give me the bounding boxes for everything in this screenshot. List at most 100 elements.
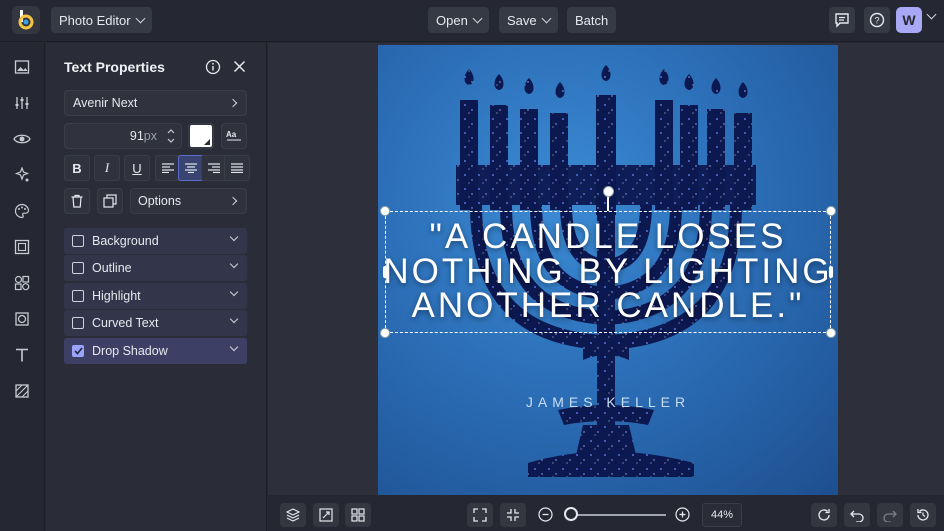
zoom-out-icon[interactable] bbox=[538, 507, 553, 522]
zoom-level[interactable]: 44% bbox=[702, 503, 742, 527]
resize-handle-top-right[interactable] bbox=[826, 206, 836, 216]
curved-text-checkbox[interactable] bbox=[72, 317, 84, 329]
highlight-label: Highlight bbox=[92, 289, 141, 303]
actual-size-icon[interactable] bbox=[500, 503, 526, 527]
close-icon[interactable] bbox=[233, 60, 246, 73]
section-highlight[interactable]: Highlight bbox=[64, 283, 247, 309]
text-case-icon[interactable]: Aa bbox=[221, 123, 247, 149]
font-family-select[interactable]: Avenir Next bbox=[64, 90, 247, 116]
undo-icon[interactable] bbox=[844, 503, 870, 527]
italic-button[interactable]: I bbox=[94, 155, 120, 181]
delete-button[interactable] bbox=[64, 188, 90, 214]
fit-screen-icon[interactable] bbox=[467, 503, 493, 527]
duplicate-button[interactable] bbox=[97, 188, 123, 214]
outline-checkbox[interactable] bbox=[72, 262, 84, 274]
chevron-down-icon bbox=[229, 342, 239, 352]
overlay-icon[interactable] bbox=[12, 309, 32, 329]
chevron-down-icon bbox=[229, 259, 239, 269]
photo-editor-menu[interactable]: Photo Editor bbox=[51, 7, 152, 33]
info-icon[interactable] bbox=[205, 59, 221, 75]
effects-icon[interactable] bbox=[12, 165, 32, 185]
curved-text-label: Curved Text bbox=[92, 316, 159, 330]
resize-handle-left[interactable] bbox=[383, 266, 387, 278]
chevron-down-icon bbox=[541, 13, 552, 23]
layers-icon[interactable] bbox=[280, 503, 306, 527]
outline-label: Outline bbox=[92, 261, 132, 275]
drop-shadow-checkbox[interactable] bbox=[72, 345, 84, 357]
eye-icon[interactable] bbox=[12, 129, 32, 149]
options-button[interactable]: Options bbox=[130, 188, 247, 214]
frame-icon[interactable] bbox=[12, 237, 32, 257]
section-outline[interactable]: Outline bbox=[64, 255, 247, 281]
justify-icon bbox=[231, 163, 243, 173]
photo-editor-label: Photo Editor bbox=[59, 12, 131, 28]
zoom-slider-knob[interactable] bbox=[564, 507, 578, 521]
open-label: Open bbox=[436, 12, 468, 28]
bold-button[interactable]: B bbox=[64, 155, 90, 181]
resize-handle-bottom-right[interactable] bbox=[826, 328, 836, 338]
font-size-stepper[interactable] bbox=[167, 128, 175, 144]
befunky-logo[interactable] bbox=[12, 6, 40, 34]
align-left-icon bbox=[162, 163, 174, 173]
chevron-down-icon bbox=[472, 13, 483, 23]
resize-handle-bottom-left[interactable] bbox=[380, 328, 390, 338]
section-curved-text[interactable]: Curved Text bbox=[64, 310, 247, 336]
bottom-bar: 44% bbox=[268, 495, 944, 531]
zoom-slider-track[interactable] bbox=[568, 514, 666, 516]
background-label: Background bbox=[92, 234, 159, 248]
section-background[interactable]: Background bbox=[64, 228, 247, 254]
adjust-icon[interactable] bbox=[12, 93, 32, 113]
trash-icon bbox=[71, 194, 83, 208]
swap-image-icon[interactable] bbox=[313, 503, 339, 527]
bold-icon: B bbox=[72, 160, 82, 176]
font-family-value: Avenir Next bbox=[73, 96, 138, 110]
artsy-icon[interactable] bbox=[12, 201, 32, 221]
reset-icon[interactable] bbox=[811, 503, 837, 527]
section-drop-shadow[interactable]: Drop Shadow bbox=[64, 338, 247, 364]
panel-title: Text Properties bbox=[64, 59, 165, 75]
rotate-handle[interactable] bbox=[603, 186, 614, 197]
batch-label: Batch bbox=[575, 12, 609, 28]
avatar[interactable]: W bbox=[896, 7, 922, 33]
open-button[interactable]: Open bbox=[428, 7, 489, 33]
chevron-down-icon bbox=[135, 13, 145, 23]
highlight-checkbox[interactable] bbox=[72, 290, 84, 302]
background-checkbox[interactable] bbox=[72, 235, 84, 247]
top-bar: Photo Editor Open Save Batch ? W bbox=[0, 0, 944, 42]
batch-button[interactable]: Batch bbox=[567, 7, 617, 33]
drop-shadow-label: Drop Shadow bbox=[92, 344, 168, 358]
save-button[interactable]: Save bbox=[499, 7, 558, 33]
account-chevron-icon[interactable] bbox=[926, 9, 937, 20]
textures-icon[interactable] bbox=[12, 381, 32, 401]
author-text[interactable]: JAMES KELLER bbox=[378, 394, 838, 410]
svg-text:Aa: Aa bbox=[226, 130, 237, 139]
chevron-right-icon bbox=[228, 98, 238, 108]
resize-handle-top-left[interactable] bbox=[380, 206, 390, 216]
svg-text:?: ? bbox=[874, 16, 879, 26]
chevron-down-icon bbox=[229, 232, 239, 242]
justify-button[interactable] bbox=[224, 155, 250, 181]
font-size-input[interactable]: 91 px bbox=[64, 123, 182, 149]
graphics-icon[interactable] bbox=[12, 273, 32, 293]
text-selection-box[interactable] bbox=[385, 211, 831, 333]
zoom-in-icon[interactable] bbox=[675, 507, 690, 522]
artboard[interactable]: "A CANDLE LOSES NOTHING BY LIGHTING ANOT… bbox=[378, 45, 838, 495]
underline-button[interactable]: U bbox=[124, 155, 150, 181]
underline-icon: U bbox=[132, 160, 142, 176]
resize-handle-right[interactable] bbox=[829, 266, 833, 278]
font-size-value: 91 bbox=[129, 129, 144, 143]
text-tool-icon[interactable] bbox=[12, 345, 32, 365]
comments-icon[interactable] bbox=[829, 7, 855, 33]
save-label: Save bbox=[507, 12, 537, 28]
align-right-icon bbox=[208, 163, 220, 173]
align-center-icon bbox=[185, 163, 197, 173]
text-properties-panel: Text Properties Avenir Next 91 px Aa B I … bbox=[46, 43, 267, 531]
redo-icon[interactable] bbox=[877, 503, 903, 527]
duplicate-icon bbox=[103, 194, 117, 208]
image-manager-icon[interactable] bbox=[12, 57, 32, 77]
history-icon[interactable] bbox=[910, 503, 936, 527]
grid-icon[interactable] bbox=[345, 503, 371, 527]
help-icon[interactable]: ? bbox=[864, 7, 890, 33]
text-color-swatch[interactable] bbox=[188, 123, 214, 149]
canvas-area: "A CANDLE LOSES NOTHING BY LIGHTING ANOT… bbox=[268, 43, 944, 495]
